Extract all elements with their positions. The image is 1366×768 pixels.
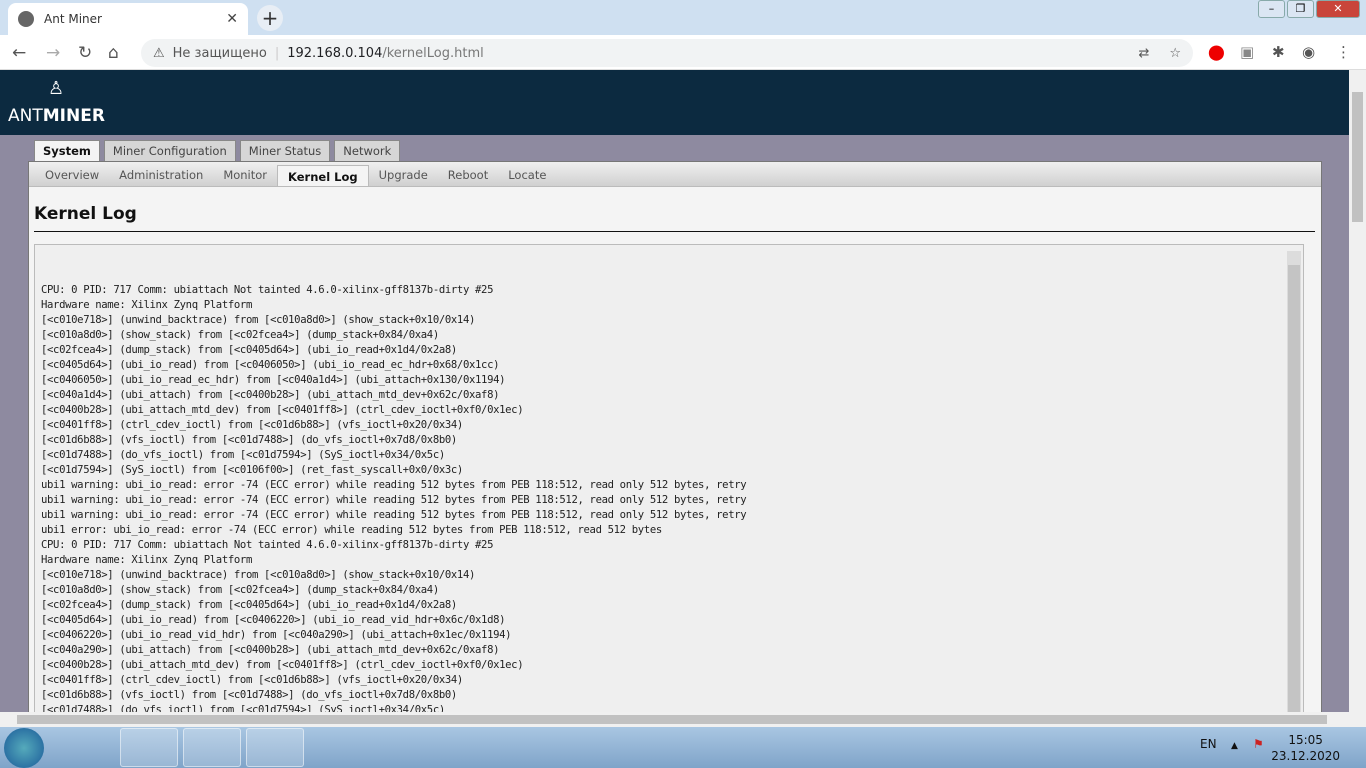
subtab-administration[interactable]: Administration bbox=[109, 162, 213, 186]
antminer-logo: ♙ ANTMINER bbox=[8, 78, 105, 126]
action-center-flag-icon[interactable]: ⚑ bbox=[1253, 737, 1264, 751]
log-line: [<c040a290>] (ubi_attach) from [<c0400b2… bbox=[41, 644, 500, 656]
browser-tab[interactable]: Ant Miner ✕ bbox=[8, 3, 248, 35]
minimize-button[interactable]: – bbox=[1258, 0, 1285, 18]
log-line: [<c010a8d0>] (show_stack) from [<c02fcea… bbox=[41, 329, 439, 341]
content-panel: Overview Administration Monitor Kernel L… bbox=[28, 161, 1322, 712]
subtab-locate[interactable]: Locate bbox=[498, 162, 556, 186]
home-icon[interactable]: ⌂ bbox=[108, 43, 119, 63]
log-line: [<c01d7488>] (do_vfs_ioctl) from [<c01d7… bbox=[41, 449, 445, 461]
log-line: [<c0406220>] (ubi_io_read_vid_hdr) from … bbox=[41, 629, 512, 641]
log-line: ubi1 error: ubi_io_read: error -74 (ECC … bbox=[41, 524, 662, 536]
page-horizontal-scrollbar[interactable] bbox=[0, 712, 1366, 727]
show-hidden-icons[interactable]: ▲ bbox=[1231, 741, 1238, 751]
subtab-kernel-log[interactable]: Kernel Log bbox=[277, 165, 369, 186]
back-icon[interactable]: ← bbox=[12, 43, 26, 63]
opera-extension-icon[interactable]: ⬤ bbox=[1208, 43, 1225, 61]
tab-system[interactable]: System bbox=[34, 140, 100, 162]
subtab-upgrade[interactable]: Upgrade bbox=[369, 162, 438, 186]
tab-network[interactable]: Network bbox=[334, 140, 401, 161]
log-line: [<c0401ff8>] (ctrl_cdev_ioctl) from [<c0… bbox=[41, 419, 463, 431]
translate-icon[interactable]: ⇄ bbox=[1138, 46, 1149, 61]
page-vertical-scrollbar[interactable] bbox=[1349, 70, 1366, 712]
menu-icon[interactable]: ⋮ bbox=[1336, 43, 1351, 61]
log-line: [<c0405d64>] (ubi_io_read) from [<c04060… bbox=[41, 359, 500, 371]
explorer-taskbar-button[interactable] bbox=[120, 728, 178, 767]
maximize-button[interactable]: ❐ bbox=[1287, 0, 1314, 18]
url-path: /kernelLog.html bbox=[382, 45, 484, 61]
star-icon[interactable]: ☆ bbox=[1169, 46, 1181, 61]
language-indicator[interactable]: EN bbox=[1200, 737, 1217, 751]
app-taskbar-button[interactable] bbox=[246, 728, 304, 767]
url-host: 192.168.0.104 bbox=[287, 45, 383, 61]
globe-icon bbox=[18, 11, 34, 27]
puzzle-icon[interactable]: ✱ bbox=[1272, 43, 1285, 61]
log-line: [<c010e718>] (unwind_backtrace) from [<c… bbox=[41, 569, 476, 581]
log-line: [<c0406050>] (ubi_io_read_ec_hdr) from [… bbox=[41, 374, 506, 386]
clock[interactable]: 15:05 23.12.2020 bbox=[1271, 732, 1340, 764]
taskbar: EN ▲ ⚑ 15:05 23.12.2020 bbox=[0, 727, 1366, 768]
log-line: [<c01d7594>] (SyS_ioctl) from [<c0106f00… bbox=[41, 464, 463, 476]
close-tab-icon[interactable]: ✕ bbox=[226, 11, 238, 27]
log-line: [<c02fcea4>] (dump_stack) from [<c0405d6… bbox=[41, 344, 457, 356]
tab-miner-status[interactable]: Miner Status bbox=[239, 140, 331, 161]
thunderbird-icon[interactable] bbox=[62, 728, 120, 767]
log-line: [<c0400b28>] (ubi_attach_mtd_dev) from [… bbox=[41, 404, 524, 416]
page: ♙ ANTMINER System Miner Configuration Mi… bbox=[0, 70, 1349, 712]
log-line: ubi1 warning: ubi_io_read: error -74 (EC… bbox=[41, 479, 747, 491]
log-line: Hardware name: Xilinx Zynq Platform bbox=[41, 299, 252, 311]
tab-miner-configuration[interactable]: Miner Configuration bbox=[103, 140, 236, 161]
log-line: [<c01d6b88>] (vfs_ioctl) from [<c01d7488… bbox=[41, 434, 457, 446]
subtab-monitor[interactable]: Monitor bbox=[213, 162, 277, 186]
main-tabs: System Miner Configuration Miner Status … bbox=[34, 140, 401, 162]
new-tab-button[interactable]: + bbox=[257, 5, 283, 31]
site-header: ♙ ANTMINER bbox=[0, 70, 1349, 135]
log-line: CPU: 0 PID: 717 Comm: ubiattach Not tain… bbox=[41, 284, 494, 296]
subtab-reboot[interactable]: Reboot bbox=[438, 162, 498, 186]
page-title: Kernel Log bbox=[34, 204, 1315, 232]
log-scrollbar[interactable] bbox=[1287, 251, 1301, 712]
close-window-button[interactable]: ✕ bbox=[1316, 0, 1360, 18]
sub-tabs: Overview Administration Monitor Kernel L… bbox=[29, 162, 1321, 187]
warning-icon: ⚠ bbox=[153, 45, 165, 61]
forward-icon[interactable]: → bbox=[46, 43, 60, 63]
url-input[interactable]: ⚠ Не защищено | 192.168.0.104/kernelLog.… bbox=[141, 39, 1193, 67]
subtab-overview[interactable]: Overview bbox=[35, 162, 109, 186]
log-line: ubi1 warning: ubi_io_read: error -74 (EC… bbox=[41, 509, 747, 521]
log-line: [<c02fcea4>] (dump_stack) from [<c0405d6… bbox=[41, 599, 457, 611]
profile-icon[interactable]: ◉ bbox=[1302, 43, 1315, 61]
log-line: [<c0405d64>] (ubi_io_read) from [<c04062… bbox=[41, 614, 506, 626]
log-line: [<c01d7488>] (do_vfs_ioctl) from [<c01d7… bbox=[41, 704, 445, 712]
divider: | bbox=[274, 45, 280, 61]
log-line: CPU: 0 PID: 717 Comm: ubiattach Not tain… bbox=[41, 539, 494, 551]
log-line: Hardware name: Xilinx Zynq Platform bbox=[41, 554, 252, 566]
log-line: ubi1 warning: ubi_io_read: error -74 (EC… bbox=[41, 494, 747, 506]
address-bar-row: ← → ↻ ⌂ ⚠ Не защищено | 192.168.0.104/ke… bbox=[0, 35, 1366, 70]
log-content: CPU: 0 PID: 717 Comm: ubiattach Not tain… bbox=[35, 245, 1303, 712]
tab-title: Ant Miner bbox=[44, 12, 102, 26]
log-line: [<c01d6b88>] (vfs_ioctl) from [<c01d7488… bbox=[41, 689, 457, 701]
chrome-taskbar-button[interactable] bbox=[183, 728, 241, 767]
security-label[interactable]: Не защищено bbox=[173, 46, 267, 61]
log-line: [<c0401ff8>] (ctrl_cdev_ioctl) from [<c0… bbox=[41, 674, 463, 686]
log-line: [<c040a1d4>] (ubi_attach) from [<c0400b2… bbox=[41, 389, 500, 401]
ant-icon: ♙ bbox=[48, 78, 65, 99]
reload-icon[interactable]: ↻ bbox=[78, 43, 92, 63]
log-line: [<c0400b28>] (ubi_attach_mtd_dev) from [… bbox=[41, 659, 524, 671]
browser-tab-bar: Ant Miner ✕ + – ❐ ✕ bbox=[0, 0, 1366, 35]
log-line: [<c010a8d0>] (show_stack) from [<c02fcea… bbox=[41, 584, 439, 596]
start-button[interactable] bbox=[4, 728, 44, 768]
log-line: [<c010e718>] (unwind_backtrace) from [<c… bbox=[41, 314, 476, 326]
extension-icon[interactable]: ▣ bbox=[1240, 43, 1254, 61]
kernel-log-textarea[interactable]: CPU: 0 PID: 717 Comm: ubiattach Not tain… bbox=[34, 244, 1304, 712]
